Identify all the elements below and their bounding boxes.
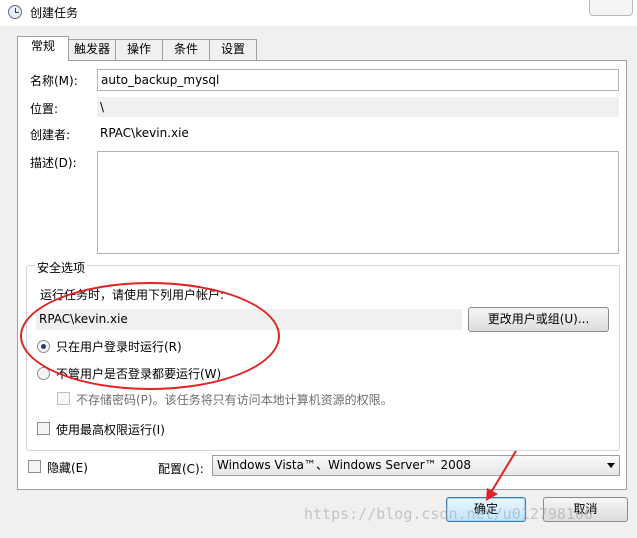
tab-conditions[interactable]: 条件 — [162, 39, 210, 60]
configure-label: 配置(C): — [158, 462, 204, 476]
run-whether-logged-on-label: 不管用户是否登录都要运行(W) — [56, 367, 222, 381]
do-not-store-password-label: 不存储密码(P)。该任务将只有访问本地计算机资源的权限。 — [76, 393, 393, 407]
do-not-store-password-checkbox[interactable] — [57, 392, 70, 405]
tab-settings[interactable]: 设置 — [209, 39, 257, 60]
hidden-checkbox[interactable] — [28, 460, 41, 473]
close-button[interactable] — [589, 0, 633, 16]
user-account-value: RPAC\kevin.xie — [36, 309, 462, 330]
highest-privileges-label: 使用最高权限运行(I) — [56, 423, 165, 437]
name-label: 名称(M): — [30, 74, 78, 88]
tab-general[interactable]: 常规 — [17, 36, 69, 61]
run-whether-logged-on-radio[interactable] — [37, 367, 50, 380]
highest-privileges-checkbox[interactable] — [37, 422, 50, 435]
clock-icon — [8, 5, 22, 19]
description-field[interactable] — [97, 151, 619, 254]
security-options-title: 安全选项 — [35, 259, 88, 276]
watermark-text: https://blog.csdn.net/u012798106 — [304, 505, 593, 523]
author-label: 创建者: — [30, 128, 71, 142]
tab-actions[interactable]: 操作 — [115, 39, 163, 60]
configure-dropdown[interactable]: Windows Vista™、Windows Server™ 2008 — [212, 455, 620, 476]
tab-triggers[interactable]: 触发器 — [68, 39, 116, 60]
location-label: 位置: — [30, 102, 59, 116]
description-label: 描述(D): — [30, 156, 77, 170]
run-only-when-logged-on-radio[interactable] — [37, 340, 50, 353]
annotation-arrow-icon — [486, 450, 517, 501]
name-field[interactable]: auto_backup_mysql — [97, 69, 619, 91]
general-panel: 名称(M): auto_backup_mysql 位置: \ 创建者: RPAC… — [17, 60, 627, 490]
title-bar: 创建任务 — [0, 0, 637, 26]
chevron-down-icon — [607, 463, 615, 468]
change-user-button[interactable]: 更改用户或组(U)... — [468, 307, 609, 332]
run-only-when-logged-on-label: 只在用户登录时运行(R) — [56, 340, 182, 354]
location-value: \ — [97, 97, 619, 117]
hidden-label: 隐藏(E) — [47, 461, 88, 475]
run-as-prompt: 运行任务时，请使用下列用户帐户: — [40, 288, 225, 302]
configure-dropdown-value: Windows Vista™、Windows Server™ 2008 — [217, 458, 472, 472]
window-title: 创建任务 — [30, 6, 79, 20]
author-value: RPAC\kevin.xie — [100, 126, 189, 140]
dialog-client-area: 常规 触发器 操作 条件 设置 名称(M): auto_backup_mysql… — [0, 26, 637, 538]
